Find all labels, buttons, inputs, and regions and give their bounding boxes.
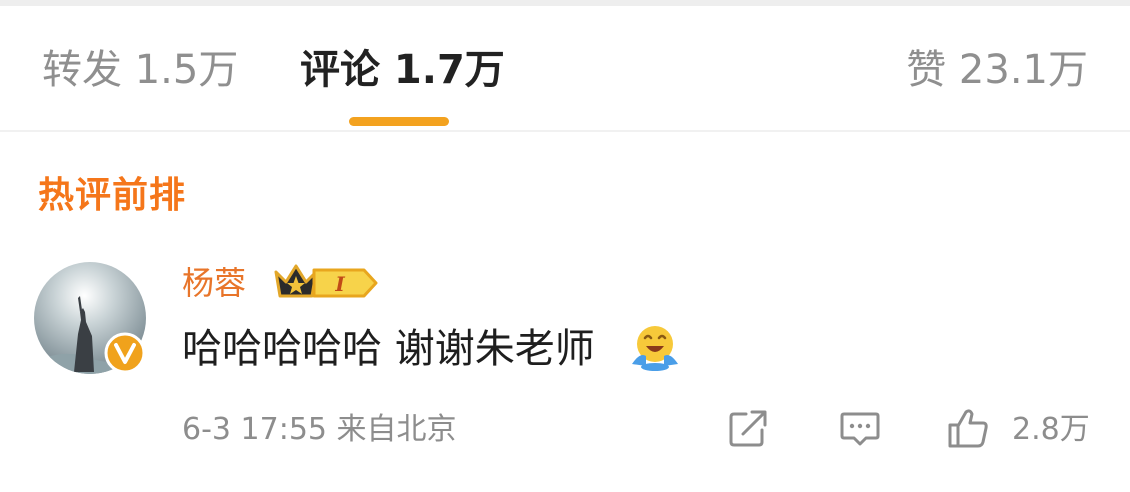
comment-meta: 6-3 17:55 来自北京 [182, 412, 457, 447]
active-tab-indicator [349, 117, 449, 126]
comment-icon[interactable] [838, 406, 882, 450]
laughing-face-emoji [632, 326, 678, 371]
section-title: 热评前排 [38, 175, 187, 216]
tab-bar: 转发 1.5万 评论 1.7万 赞 23.1万 [0, 6, 1130, 132]
tab-like[interactable]: 赞 23.1万 [906, 42, 1088, 98]
comment-username[interactable]: 杨蓉 [182, 260, 246, 306]
level-badge-shape: I [312, 268, 378, 298]
comment-text: 哈哈哈哈哈 谢谢朱老师 [182, 326, 595, 372]
tab-comment[interactable]: 评论 1.7万 [300, 42, 505, 98]
level-badge-text: I [334, 272, 345, 296]
like-count: 2.8万 [1012, 412, 1090, 447]
share-icon[interactable] [726, 406, 770, 450]
level-badge: I [312, 266, 380, 300]
like-icon[interactable] [946, 406, 990, 450]
verified-badge-icon [104, 332, 146, 374]
tab-repost[interactable]: 转发 1.5万 [42, 42, 238, 98]
